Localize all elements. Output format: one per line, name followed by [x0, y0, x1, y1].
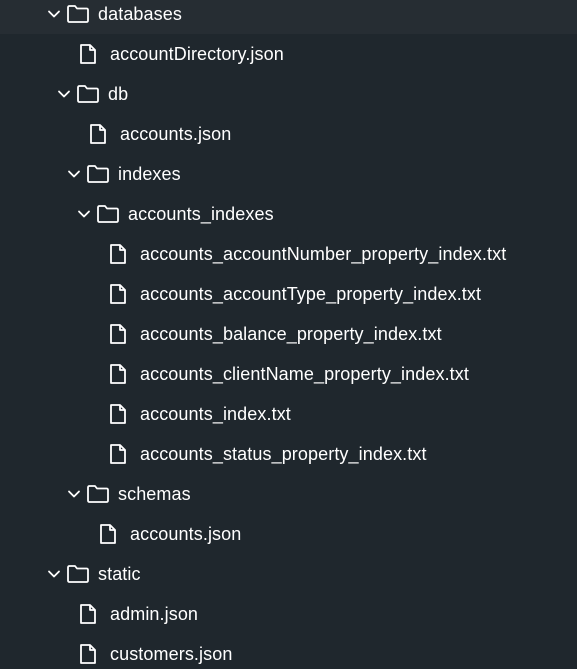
tree-folder-schemas[interactable]: schemas	[0, 474, 577, 514]
folder-icon	[77, 85, 99, 103]
tree-folder-accounts-indexes[interactable]: accounts_indexes	[0, 194, 577, 234]
tree-item-label: accounts_accountNumber_property_index.tx…	[140, 244, 507, 264]
chevron-down-icon[interactable]	[46, 566, 62, 582]
tree-item-label: indexes	[118, 164, 181, 184]
tree-file-accounts-json[interactable]: accounts.json	[0, 114, 577, 154]
chevron-down-icon[interactable]	[66, 486, 82, 502]
file-icon	[80, 604, 96, 624]
folder-icon	[67, 5, 89, 23]
tree-item-label: accounts_balance_property_index.txt	[140, 324, 442, 344]
file-icon	[80, 644, 96, 664]
tree-folder-static[interactable]: static	[0, 554, 577, 594]
file-icon	[110, 244, 126, 264]
tree-item-label: static	[98, 564, 141, 584]
tree-file-accounts-index[interactable]: accounts_index.txt	[0, 394, 577, 434]
tree-file-admin-json[interactable]: admin.json	[0, 594, 577, 634]
tree-item-label: accountDirectory.json	[110, 44, 284, 64]
folder-icon	[87, 485, 109, 503]
tree-file-accounttype-index[interactable]: accounts_accountType_property_index.txt	[0, 274, 577, 314]
file-icon	[110, 404, 126, 424]
tree-item-label: accounts.json	[130, 524, 242, 544]
chevron-down-icon[interactable]	[56, 86, 72, 102]
tree-file-accountnumber-index[interactable]: accounts_accountNumber_property_index.tx…	[0, 234, 577, 274]
file-tree: databases accountDirectory.json db accou…	[0, 0, 577, 669]
chevron-down-icon[interactable]	[46, 6, 62, 22]
file-icon	[100, 524, 116, 544]
chevron-down-icon[interactable]	[76, 206, 92, 222]
tree-item-label: accounts_index.txt	[140, 404, 291, 424]
tree-item-label: accounts.json	[120, 124, 232, 144]
tree-item-label: admin.json	[110, 604, 199, 624]
tree-item-label: accounts_status_property_index.txt	[140, 444, 427, 464]
file-icon	[110, 444, 126, 464]
tree-file-schema-accounts-json[interactable]: accounts.json	[0, 514, 577, 554]
tree-folder-db[interactable]: db	[0, 74, 577, 114]
file-icon	[80, 44, 96, 64]
chevron-down-icon[interactable]	[66, 166, 82, 182]
tree-item-label: customers.json	[110, 644, 233, 664]
tree-file-balance-index[interactable]: accounts_balance_property_index.txt	[0, 314, 577, 354]
tree-folder-databases[interactable]: databases	[0, 0, 577, 34]
file-icon	[110, 284, 126, 304]
folder-icon	[67, 565, 89, 583]
tree-folder-indexes[interactable]: indexes	[0, 154, 577, 194]
tree-item-label: db	[108, 84, 129, 104]
tree-file-status-index[interactable]: accounts_status_property_index.txt	[0, 434, 577, 474]
file-icon	[110, 364, 126, 384]
folder-icon	[97, 205, 119, 223]
folder-icon	[87, 165, 109, 183]
file-icon	[90, 124, 106, 144]
tree-item-label: accounts_indexes	[128, 204, 274, 224]
tree-file-clientname-index[interactable]: accounts_clientName_property_index.txt	[0, 354, 577, 394]
tree-item-label: schemas	[118, 484, 191, 504]
file-icon	[110, 324, 126, 344]
tree-item-label: accounts_clientName_property_index.txt	[140, 364, 469, 384]
tree-file-accountdirectory[interactable]: accountDirectory.json	[0, 34, 577, 74]
tree-file-customers-json[interactable]: customers.json	[0, 634, 577, 669]
tree-item-label: databases	[98, 4, 182, 24]
tree-item-label: accounts_accountType_property_index.txt	[140, 284, 482, 304]
